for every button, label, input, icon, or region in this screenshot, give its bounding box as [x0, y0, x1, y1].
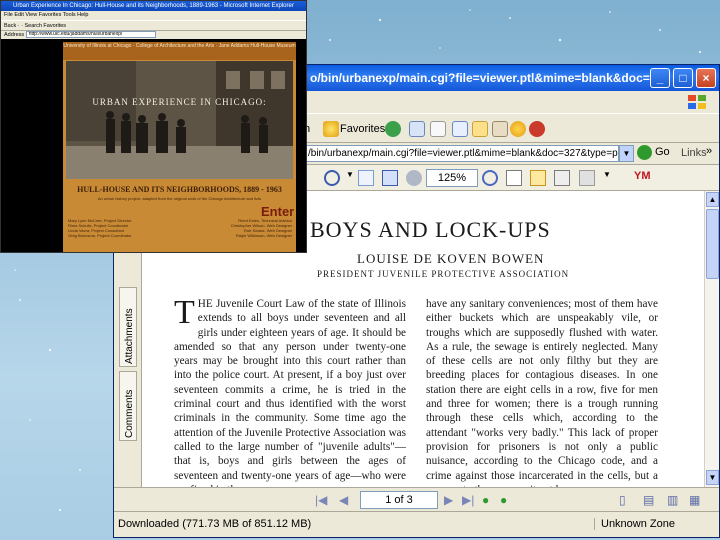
maximize-button[interactable]: □ — [673, 68, 693, 88]
address-input[interactable]: /bin/urbanexp/main.cgi?file=viewer.ptl&m… — [304, 145, 619, 162]
close-button[interactable]: × — [696, 68, 716, 88]
drop-cap: T — [174, 294, 195, 331]
fit-width-icon[interactable] — [382, 170, 398, 186]
comments-tab[interactable]: Comments — [119, 371, 137, 441]
street-scene-illustration — [66, 61, 293, 179]
address-dropdown-button[interactable]: ▼ — [619, 145, 634, 162]
go-arrow-icon — [637, 145, 652, 160]
rotate-icon[interactable] — [554, 170, 570, 186]
pdf-navigation-bar: |◀ ◀ 1 of 3 ▶ ▶| ● ● ▯ ▤ ▥ ▦ — [114, 487, 719, 511]
go-forward-view-icon[interactable]: ● — [500, 493, 507, 507]
single-page-view-icon[interactable]: ▯ — [619, 493, 626, 507]
select-tool-icon[interactable] — [358, 170, 374, 186]
homepage-address-input[interactable]: http://www.uic.edu/jaddams/hull/urbanexp… — [25, 31, 156, 39]
favorites-button[interactable]: Favorites — [340, 123, 385, 135]
poster-title: URBAN EXPERIENCE IN CHICAGO: — [92, 97, 267, 107]
page-number-input[interactable]: 1 of 3 — [360, 491, 438, 509]
windows-flag-icon — [688, 95, 706, 109]
scroll-up-arrow[interactable]: ▲ — [706, 192, 719, 207]
homepage-address-bar: Address http://www.uic.edu/jaddams/hull/… — [1, 30, 306, 39]
article-left-column: T HE Juvenile Court Law of the state of I… — [174, 294, 406, 488]
scroll-thumb[interactable] — [706, 209, 719, 279]
messenger-icon[interactable] — [510, 121, 526, 137]
print-icon[interactable] — [430, 121, 446, 137]
previous-page-icon[interactable]: ◀ — [339, 493, 348, 507]
undo-dropdown-icon[interactable]: ▼ — [603, 170, 619, 186]
go-label: Go — [655, 146, 670, 158]
poster-credit-line: An urban history project, adapted from t… — [97, 196, 262, 201]
comments-tab-label: Comments — [124, 389, 135, 438]
security-zone: Unknown Zone — [594, 518, 675, 530]
article-title: BOYS AND LOCK-UPS — [310, 217, 551, 242]
undo-icon[interactable] — [579, 170, 595, 186]
ie-window-title: o/bin/urbanexp/main.cgi?file=viewer.ptl&… — [310, 71, 650, 85]
continuous-facing-view-icon[interactable]: ▦ — [689, 493, 700, 507]
edit-icon[interactable] — [452, 121, 468, 137]
scroll-down-arrow[interactable]: ▼ — [706, 470, 719, 485]
attachments-tab[interactable]: Attachments — [119, 287, 137, 367]
facing-view-icon[interactable]: ▥ — [667, 493, 678, 507]
last-page-icon[interactable]: ▶| — [462, 493, 474, 507]
attachments-tab-label: Attachments — [124, 308, 135, 364]
vertical-scrollbar[interactable]: ▲ ▼ — [704, 191, 719, 487]
ym-brand-icon[interactable]: YM — [634, 170, 662, 186]
research-icon[interactable] — [529, 121, 545, 137]
left-column-text: HE Juvenile Court Law of the state of Il… — [174, 298, 406, 487]
enter-link[interactable]: Enter — [261, 204, 294, 219]
article-author: LOUISE DE KOVEN BOWEN — [357, 251, 545, 266]
article-right-column: have any sanitary conveniences; most of … — [426, 298, 658, 487]
next-page-icon[interactable]: ▶ — [444, 493, 453, 507]
poster-credits-left: Mary Lynn McCree, Project Director Rima … — [68, 218, 132, 238]
article-affiliation: PRESIDENT JUVENILE PROTECTIVE ASSOCIATIO… — [317, 269, 570, 279]
homepage-toolbar[interactable]: Back · · Search Favorites — [1, 20, 306, 30]
homepage-window: Urban Experience In Chicago: Hull-House … — [0, 0, 307, 253]
bookmark-icon[interactable] — [530, 170, 546, 186]
download-status: Downloaded (771.73 MB of 851.12 MB) — [118, 518, 312, 530]
links-chevron-icon[interactable]: » — [706, 145, 712, 157]
favorites-star-icon — [323, 121, 339, 137]
continuous-view-icon[interactable]: ▤ — [643, 493, 654, 507]
history-icon[interactable] — [385, 121, 401, 137]
poster-credits-right: Reed Estes, Technical Advisor Christophe… — [230, 218, 292, 238]
go-button[interactable]: Go — [637, 145, 673, 162]
homepage-menu-bar[interactable]: File Edit View Favorites Tools Help — [1, 11, 306, 20]
historic-street-photo: URBAN EXPERIENCE IN CHICAGO: — [66, 61, 293, 179]
status-bar: Downloaded (771.73 MB of 851.12 MB) Unkn… — [114, 511, 719, 537]
urban-experience-poster: University of Illinois at Chicago · Coll… — [63, 42, 296, 252]
poster-subtitle: HULL-HOUSE AND ITS NEIGHBORHOODS, 1889 -… — [77, 185, 282, 194]
zoom-level-input[interactable]: 125% — [426, 169, 478, 187]
first-page-icon[interactable]: |◀ — [315, 493, 327, 507]
homepage-window-title[interactable]: Urban Experience In Chicago: Hull-House … — [1, 1, 306, 11]
zoom-in-icon[interactable] — [324, 170, 340, 186]
zoom-out-icon[interactable] — [406, 170, 422, 186]
mail-icon[interactable] — [409, 121, 425, 137]
discuss-icon[interactable] — [492, 121, 508, 137]
page-layout-icon[interactable] — [506, 170, 522, 186]
homepage-address-label: Address — [4, 32, 25, 38]
zoom-in-plus-icon[interactable] — [482, 170, 498, 186]
go-back-view-icon[interactable]: ● — [482, 493, 489, 507]
folder-icon[interactable] — [472, 121, 488, 137]
minimize-button[interactable]: _ — [650, 68, 670, 88]
poster-header: University of Illinois at Chicago · Coll… — [63, 42, 296, 60]
links-button[interactable]: Links — [681, 147, 707, 159]
